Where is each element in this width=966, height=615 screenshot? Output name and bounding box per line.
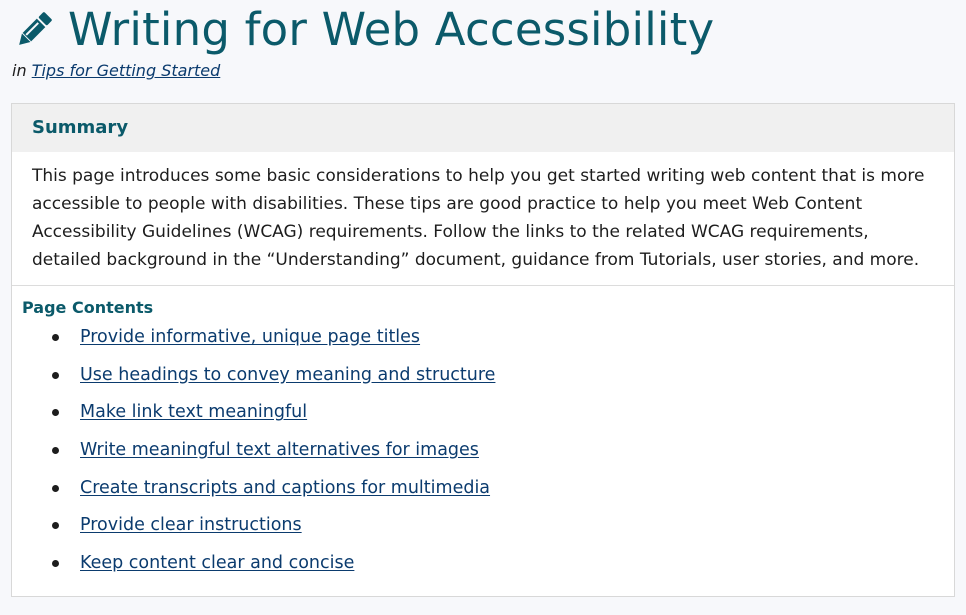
list-item: Provide clear instructions bbox=[50, 511, 944, 549]
page-title: Writing for Web Accessibility bbox=[68, 3, 715, 56]
title-row: Writing for Web Accessibility bbox=[12, 0, 956, 60]
summary-box: Summary This page introduces some basic … bbox=[11, 103, 955, 597]
toc-link[interactable]: Keep content clear and concise bbox=[80, 553, 354, 573]
list-item: Provide informative, unique page titles bbox=[50, 323, 944, 361]
toc-list: Provide informative, unique page titles … bbox=[22, 323, 944, 587]
bullet-icon bbox=[52, 522, 59, 530]
bullet-icon bbox=[52, 334, 59, 341]
breadcrumb: in Tips for Getting Started bbox=[12, 60, 956, 82]
bullet-icon bbox=[52, 560, 59, 568]
summary-heading: Summary bbox=[12, 104, 954, 152]
page-contents-heading: Page Contents bbox=[22, 298, 154, 317]
pencil-icon bbox=[19, 12, 52, 45]
toc-link[interactable]: Make link text meaningful bbox=[80, 402, 307, 422]
page-contents: Page Contents Provide informative, uniqu… bbox=[12, 286, 954, 596]
bullet-icon bbox=[52, 409, 59, 417]
toc-link[interactable]: Provide clear instructions bbox=[80, 515, 302, 535]
toc-link[interactable]: Create transcripts and captions for mult… bbox=[80, 478, 490, 498]
list-item: Make link text meaningful bbox=[50, 398, 944, 436]
bullet-icon bbox=[52, 447, 59, 455]
list-item: Create transcripts and captions for mult… bbox=[50, 474, 944, 512]
list-item: Keep content clear and concise bbox=[50, 549, 944, 587]
toc-link[interactable]: Use headings to convey meaning and struc… bbox=[80, 365, 495, 385]
breadcrumb-link[interactable]: Tips for Getting Started bbox=[32, 61, 221, 80]
list-item: Use headings to convey meaning and struc… bbox=[50, 361, 944, 399]
toc-link[interactable]: Write meaningful text alternatives for i… bbox=[80, 440, 479, 460]
toc-link[interactable]: Provide informative, unique page titles bbox=[80, 327, 420, 347]
list-item: Write meaningful text alternatives for i… bbox=[50, 436, 944, 474]
breadcrumb-prefix: in bbox=[12, 61, 27, 80]
bullet-icon bbox=[52, 484, 59, 492]
bullet-icon bbox=[52, 371, 59, 379]
summary-text: This page introduces some basic consider… bbox=[12, 152, 954, 286]
page-header: Writing for Web Accessibility in Tips fo… bbox=[12, 0, 956, 82]
